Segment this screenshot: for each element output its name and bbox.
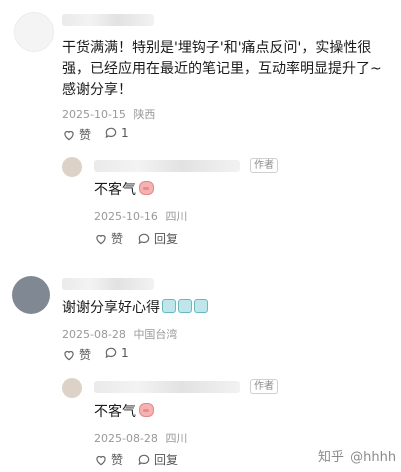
reply-location: 四川 bbox=[165, 432, 188, 445]
comment-meta: 2025-08-28 中国台湾 bbox=[62, 326, 177, 342]
comment-location: 陕西 bbox=[133, 108, 156, 121]
comment-text: 干货满满！特别是'埋钩子'和'痛点反问'，实操性很强，已经应用在最近的笔记里，互… bbox=[62, 40, 382, 98]
comment-text: 谢谢分享好心得 bbox=[62, 298, 208, 319]
reply-like-button[interactable]: 赞 bbox=[94, 451, 123, 468]
sticker-emoji-icon bbox=[194, 299, 208, 313]
reply-meta: 2025-10-16 四川 bbox=[94, 208, 187, 224]
commenter-name-blurred[interactable] bbox=[62, 14, 154, 26]
reply-date: 2025-10-16 bbox=[94, 210, 158, 223]
pig-emoji-icon bbox=[139, 181, 154, 195]
reply-text: 不客气 bbox=[94, 180, 154, 201]
comment-meta: 2025-10-15 陕西 bbox=[62, 106, 155, 122]
like-label: 赞 bbox=[111, 453, 124, 467]
author-badge: 作者 bbox=[250, 379, 278, 394]
comment-bubble-icon bbox=[104, 126, 118, 140]
sticker-emoji-icon bbox=[178, 299, 192, 313]
reply-meta: 2025-08-28 四川 bbox=[94, 430, 187, 446]
reply-location: 四川 bbox=[165, 210, 188, 223]
author-name-blurred[interactable] bbox=[94, 381, 240, 393]
author-name-blurred[interactable] bbox=[94, 160, 240, 172]
like-button[interactable]: 赞 bbox=[62, 126, 91, 143]
reply-date: 2025-08-28 bbox=[94, 432, 158, 445]
reply-reply-button[interactable]: 回复 bbox=[137, 451, 178, 468]
comment-bubble-icon bbox=[137, 232, 151, 246]
reply-button[interactable]: 1 bbox=[104, 346, 129, 360]
like-label: 赞 bbox=[79, 348, 92, 362]
author-avatar[interactable] bbox=[62, 378, 82, 398]
watermark-brand: 知乎 bbox=[318, 450, 345, 465]
like-button[interactable]: 赞 bbox=[62, 346, 91, 363]
comment-bubble-icon bbox=[137, 453, 151, 467]
reply-reply-button[interactable]: 回复 bbox=[137, 230, 178, 247]
commenter-name-blurred[interactable] bbox=[62, 278, 154, 290]
reply-label: 回复 bbox=[154, 453, 179, 467]
comment-bubble-icon bbox=[104, 346, 118, 360]
comment-location: 中国台湾 bbox=[133, 328, 178, 341]
sticker-emoji-icon bbox=[162, 299, 176, 313]
reply-count: 1 bbox=[121, 126, 129, 140]
heart-icon bbox=[94, 232, 108, 246]
pig-emoji-icon bbox=[139, 403, 154, 417]
comment-date: 2025-10-15 bbox=[62, 108, 126, 121]
comment-date: 2025-08-28 bbox=[62, 328, 126, 341]
watermark: 知乎 @hhhh bbox=[318, 446, 396, 465]
reply-label: 回复 bbox=[154, 232, 179, 246]
reply-like-button[interactable]: 赞 bbox=[94, 230, 123, 247]
author-avatar[interactable] bbox=[62, 157, 82, 177]
heart-icon bbox=[94, 453, 108, 467]
reply-button[interactable]: 1 bbox=[104, 126, 129, 140]
reply-count: 1 bbox=[121, 346, 129, 360]
commenter-avatar[interactable] bbox=[12, 276, 50, 314]
like-label: 赞 bbox=[111, 232, 124, 246]
watermark-handle: @hhhh bbox=[350, 450, 397, 465]
heart-icon bbox=[62, 348, 76, 362]
commenter-avatar[interactable] bbox=[14, 12, 54, 52]
reply-text: 不客气 bbox=[94, 402, 154, 423]
like-label: 赞 bbox=[79, 128, 92, 142]
heart-icon bbox=[62, 128, 76, 142]
author-badge: 作者 bbox=[250, 158, 278, 173]
